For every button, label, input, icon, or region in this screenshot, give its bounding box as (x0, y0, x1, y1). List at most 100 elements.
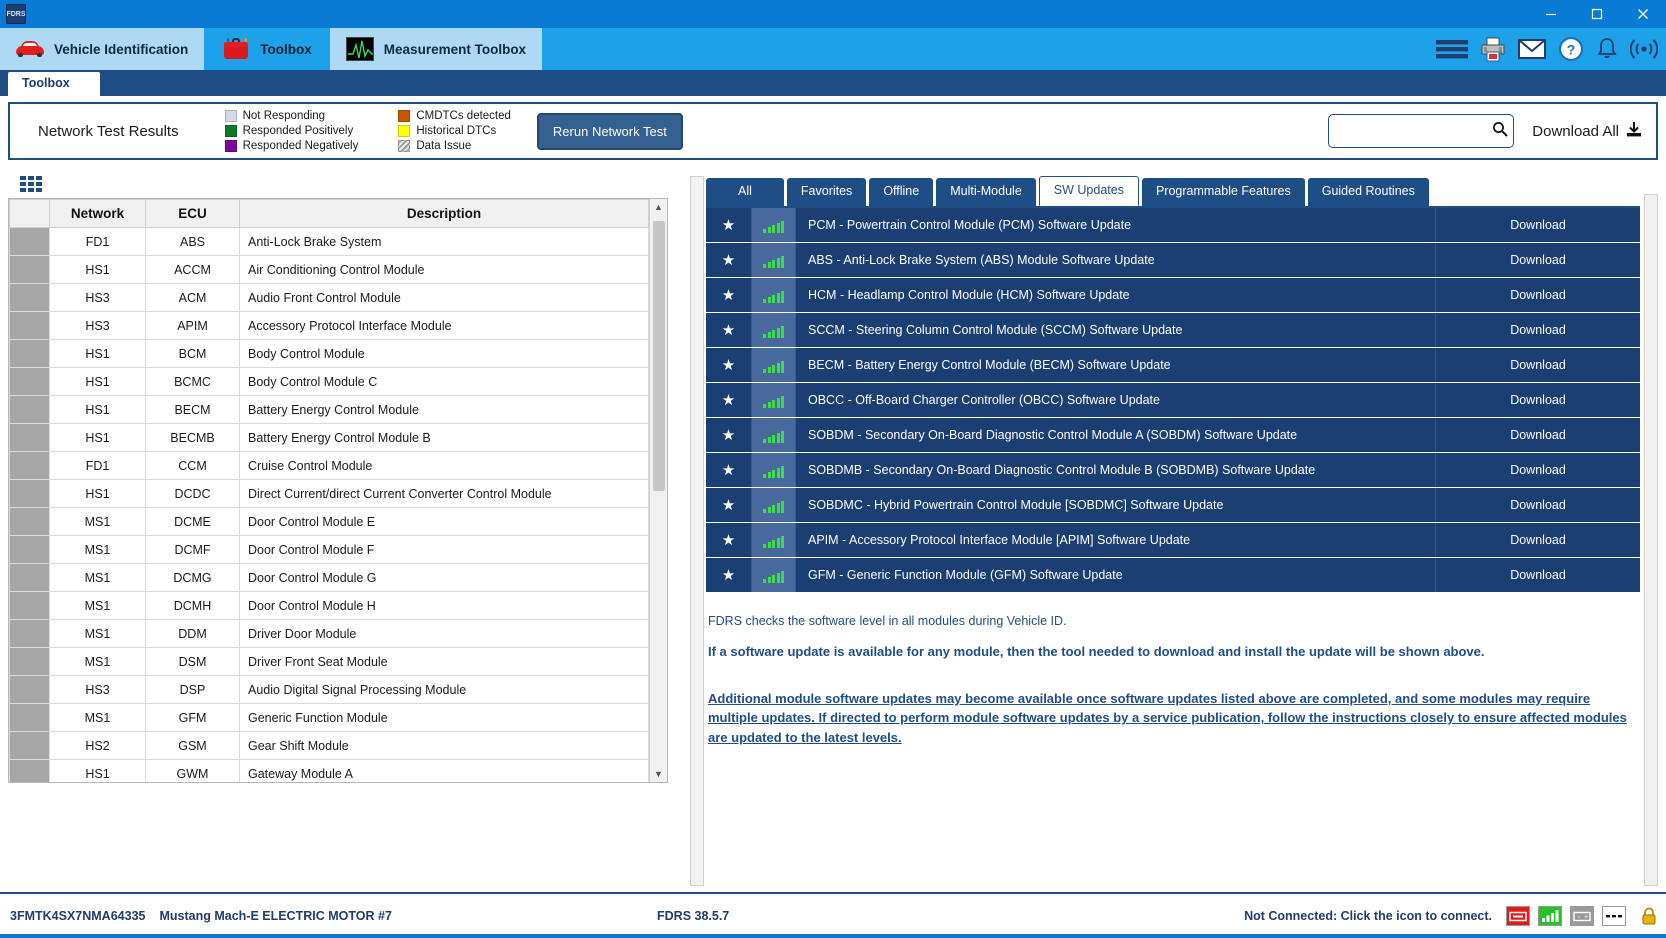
network-table-scrollbar[interactable]: ▲ ▼ (649, 199, 667, 782)
software-update-row[interactable]: ★ PCM - Powertrain Control Module (PCM) S… (706, 207, 1640, 242)
tab-sw-updates[interactable]: SW Updates (1038, 176, 1139, 206)
download-button[interactable]: Download (1435, 277, 1640, 312)
software-update-row[interactable]: ★ SCCM - Steering Column Control Module (… (706, 312, 1640, 347)
bell-icon[interactable] (1596, 37, 1618, 61)
software-update-row[interactable]: ★ GFM - Generic Function Module (GFM) Sof… (706, 557, 1640, 592)
rerun-network-test-button[interactable]: Rerun Network Test (536, 112, 683, 150)
table-row[interactable]: HS3 APIM Accessory Protocol Interface Modu… (9, 311, 649, 340)
star-icon[interactable]: ★ (706, 452, 752, 487)
tab-multi-module[interactable]: Multi-Module (936, 178, 1036, 206)
download-button[interactable]: Download (1435, 382, 1640, 417)
table-row[interactable]: HS3 DSP Audio Digital Signal Processing Mo… (9, 675, 649, 704)
lock-icon[interactable] (1638, 904, 1660, 928)
download-button[interactable]: Download (1435, 312, 1640, 347)
broadcast-icon[interactable] (1630, 36, 1658, 62)
tab-offline[interactable]: Offline (869, 178, 934, 206)
note-additional-updates: Additional module software updates may b… (708, 690, 1627, 745)
software-update-row[interactable]: ★ SOBDMC - Hybrid Powertrain Control Modu… (706, 487, 1640, 522)
battery-icon[interactable]: - + (1570, 906, 1594, 926)
maximize-button[interactable] (1574, 0, 1620, 28)
table-row[interactable]: MS1 DSM Driver Front Seat Module (9, 647, 649, 676)
signal-icon[interactable] (1538, 906, 1562, 926)
right-panel-scrollbar[interactable] (1644, 194, 1658, 886)
table-row[interactable]: FD1 CCM Cruise Control Module (9, 451, 649, 480)
bottom-accent-strip (0, 934, 1666, 938)
software-update-description: PCM - Powertrain Control Module (PCM) So… (808, 217, 1132, 232)
download-button[interactable]: Download (1435, 207, 1640, 242)
minimize-button[interactable] (1528, 0, 1574, 28)
help-icon[interactable]: ? (1558, 36, 1584, 62)
download-button[interactable]: Download (1435, 487, 1640, 522)
download-button[interactable]: Download (1435, 347, 1640, 382)
table-row[interactable]: MS1 GFM Generic Function Module (9, 703, 649, 732)
connection-status-message: Not Connected: Click the icon to connect… (1244, 909, 1492, 923)
search-input[interactable] (1337, 124, 1493, 138)
software-update-row[interactable]: ★ ABS - Anti-Lock Brake System (ABS) Modu… (706, 242, 1640, 277)
scrollbar-thumb[interactable] (653, 221, 665, 491)
software-update-description: SOBDMB - Secondary On-Board Diagnostic C… (808, 462, 1316, 477)
star-icon[interactable]: ★ (706, 417, 752, 452)
table-row[interactable]: MS1 DCMF Door Control Module F (9, 535, 649, 564)
search-box[interactable] (1328, 114, 1515, 148)
software-updates-content: All Favorites Offline Multi-Module SW Up… (704, 176, 1658, 886)
star-icon[interactable]: ★ (706, 487, 752, 522)
star-icon[interactable]: ★ (706, 312, 752, 347)
table-row[interactable]: MS1 DCMG Door Control Module G (9, 563, 649, 592)
tab-guided-routines[interactable]: Guided Routines (1307, 178, 1429, 206)
table-row[interactable]: MS1 DCMH Door Control Module H (9, 591, 649, 620)
module-tab-measurement-toolbox[interactable]: Measurement Toolbox (329, 28, 545, 70)
table-row[interactable]: HS1 BECM Battery Energy Control Module (9, 395, 649, 424)
tab-toolbox[interactable]: Toolbox (8, 72, 100, 96)
table-row[interactable]: HS1 BCM Body Control Module (9, 339, 649, 368)
star-icon[interactable]: ★ (706, 382, 752, 417)
signal-bars-icon (752, 242, 796, 277)
scroll-down-icon[interactable]: ▼ (654, 766, 663, 782)
table-row[interactable]: HS1 BECMB Battery Energy Control Module B (9, 423, 649, 452)
software-update-row[interactable]: ★ HCM - Headlamp Control Module (HCM) Sof… (706, 277, 1640, 312)
star-icon[interactable]: ★ (706, 207, 752, 242)
software-update-row[interactable]: ★ SOBDMB - Secondary On-Board Diagnostic … (706, 452, 1640, 487)
table-row[interactable]: HS1 ACCM Air Conditioning Control Module (9, 255, 649, 284)
table-row[interactable]: MS1 DCME Door Control Module E (9, 507, 649, 536)
software-update-row[interactable]: ★ SOBDM - Secondary On-Board Diagnostic C… (706, 417, 1640, 452)
mail-icon[interactable] (1518, 38, 1546, 60)
search-icon[interactable] (1492, 121, 1508, 142)
download-button[interactable]: Download (1435, 522, 1640, 557)
star-icon[interactable]: ★ (706, 557, 752, 592)
download-button[interactable]: Download (1435, 452, 1640, 487)
software-update-row[interactable]: ★ OBCC - Off-Board Charger Controller (OB… (706, 382, 1640, 417)
table-row[interactable]: HS1 DCDC Direct Current/direct Current Con… (9, 479, 649, 508)
vcm-icon[interactable] (1506, 906, 1530, 926)
tab-all[interactable]: All (706, 178, 784, 206)
software-update-row[interactable]: ★ APIM - Accessory Protocol Interface Mod… (706, 522, 1640, 557)
grid-view-icon[interactable] (20, 176, 42, 192)
close-button[interactable] (1620, 0, 1666, 28)
download-button[interactable]: Download (1435, 242, 1640, 277)
table-row[interactable]: HS3 ACM Audio Front Control Module (9, 283, 649, 312)
cell-network: HS1 (49, 759, 146, 782)
table-row[interactable]: HS1 GWM Gateway Module A (9, 759, 649, 782)
table-row[interactable]: FD1 ABS Anti-Lock Brake System (9, 227, 649, 256)
table-row[interactable]: MS1 DDM Driver Door Module (9, 619, 649, 648)
star-icon[interactable]: ★ (706, 347, 752, 382)
star-icon[interactable]: ★ (706, 242, 752, 277)
legend-swatch-responded-positively (224, 125, 237, 137)
tab-programmable-features[interactable]: Programmable Features (1141, 178, 1305, 206)
tab-favorites[interactable]: Favorites (786, 178, 867, 206)
star-icon[interactable]: ★ (706, 277, 752, 312)
software-update-row[interactable]: ★ BECM - Battery Energy Control Module (B… (706, 347, 1640, 382)
scroll-up-icon[interactable]: ▲ (654, 199, 663, 215)
dashes-icon[interactable] (1602, 906, 1626, 926)
table-row[interactable]: HS2 GSM Gear Shift Module (9, 731, 649, 760)
table-row[interactable]: HS1 BCMC Body Control Module C (9, 367, 649, 396)
module-tab-vehicle-identification[interactable]: Vehicle Identification (0, 28, 207, 70)
printer-icon[interactable] (1480, 36, 1506, 62)
download-button[interactable]: Download (1435, 557, 1640, 592)
module-tab-bar: Vehicle Identification Toolbox Measureme… (0, 28, 1666, 70)
star-icon[interactable]: ★ (706, 522, 752, 557)
left-edge-scrollbar[interactable] (690, 176, 704, 886)
download-button[interactable]: Download (1435, 417, 1640, 452)
menu-icon[interactable] (1436, 38, 1468, 60)
module-tab-toolbox[interactable]: Toolbox (206, 28, 330, 70)
download-all-button[interactable]: Download All (1532, 121, 1646, 142)
